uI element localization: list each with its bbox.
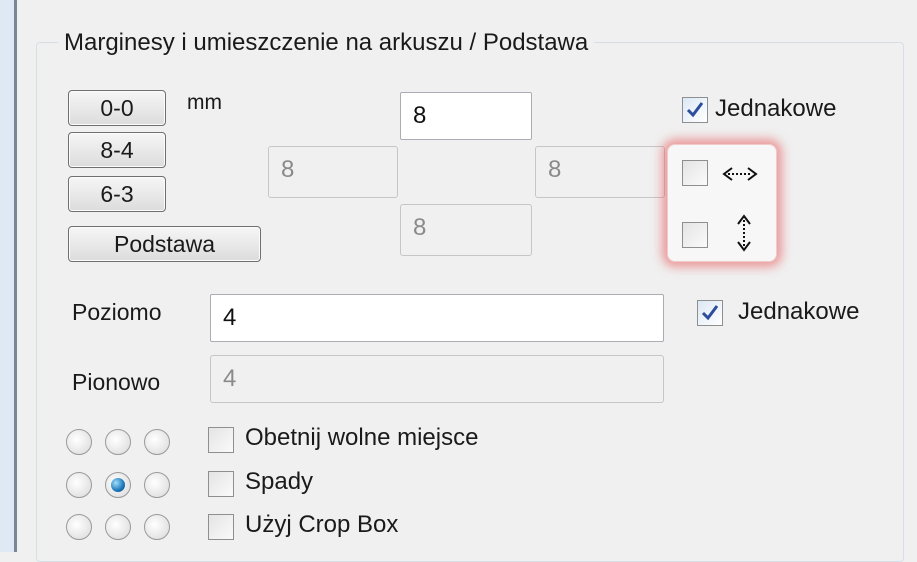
same-spacing-label: Jednakowe: [738, 298, 860, 325]
margin-bottom-input[interactable]: 8: [400, 204, 532, 256]
radio-selected-dot: [111, 478, 125, 492]
horizontal-spacing-input[interactable]: 4: [210, 294, 664, 342]
bleed-checkbox[interactable]: [208, 471, 234, 497]
checkmark-icon: [686, 102, 704, 118]
up-down-arrow-icon: [737, 214, 751, 252]
align-top-right-radio[interactable]: [144, 429, 170, 455]
checkmark-icon: [701, 305, 719, 321]
bleed-label: Spady: [245, 468, 314, 495]
horizontal-spacing-label: Poziomo: [72, 299, 162, 325]
same-margins-label: Jednakowe: [715, 95, 837, 122]
same-spacing-checkbox[interactable]: [697, 300, 723, 326]
align-top-left-radio[interactable]: [66, 429, 92, 455]
use-cropbox-label: Użyj Crop Box: [245, 511, 399, 538]
mirror-vertical-checkbox[interactable]: [682, 222, 708, 248]
align-top-center-radio[interactable]: [105, 429, 131, 455]
trim-free-space-label: Obetnij wolne miejsce: [245, 424, 479, 451]
preset-0-0-button[interactable]: 0-0: [68, 90, 166, 126]
trim-free-space-checkbox[interactable]: [208, 427, 234, 453]
mirror-horizontal-checkbox[interactable]: [682, 160, 708, 186]
vertical-spacing-input[interactable]: 4: [210, 355, 664, 403]
align-bottom-center-radio[interactable]: [105, 514, 131, 540]
preset-podstawa-button[interactable]: Podstawa: [68, 226, 261, 262]
margin-right-input[interactable]: 8: [535, 146, 665, 198]
window-left-edge: [0, 0, 14, 552]
left-right-arrow-icon: [722, 167, 758, 181]
align-middle-left-radio[interactable]: [66, 472, 92, 498]
unit-label: mm: [187, 91, 222, 114]
align-bottom-left-radio[interactable]: [66, 514, 92, 540]
preset-6-3-button[interactable]: 6-3: [68, 176, 166, 212]
margin-left-input[interactable]: 8: [268, 146, 398, 198]
group-title: Marginesy i umieszczenie na arkuszu / Po…: [58, 27, 595, 59]
preset-8-4-button[interactable]: 8-4: [68, 132, 166, 168]
margin-top-input[interactable]: 8: [400, 92, 532, 140]
use-cropbox-checkbox[interactable]: [208, 514, 234, 540]
align-bottom-right-radio[interactable]: [144, 514, 170, 540]
vertical-spacing-label: Pionowo: [72, 369, 161, 395]
align-middle-right-radio[interactable]: [144, 472, 170, 498]
same-margins-checkbox[interactable]: [682, 97, 708, 123]
align-middle-center-radio[interactable]: [105, 472, 131, 498]
